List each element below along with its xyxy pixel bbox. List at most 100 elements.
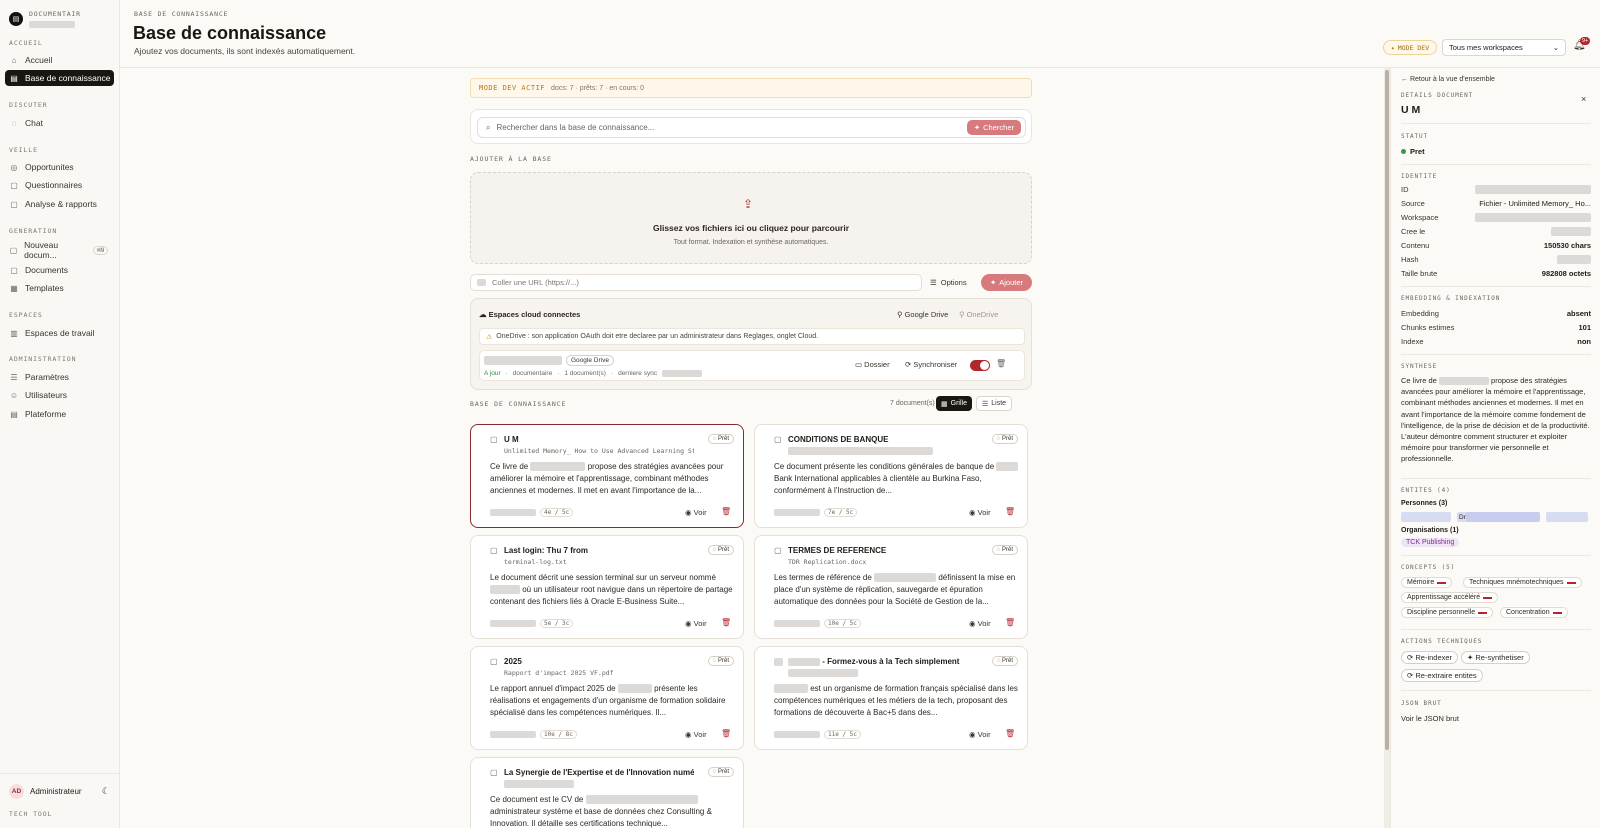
view-button[interactable]: ◉ Voir xyxy=(969,508,991,517)
document-filename: TDR Replication.docx xyxy=(788,558,867,566)
trash-icon[interactable]: 🗑︎ xyxy=(996,359,1006,368)
sidebar-item-plateforme[interactable]: ▤ Plateforme xyxy=(5,406,114,422)
delete-button[interactable]: 🗑︎ xyxy=(1005,618,1015,627)
cloud-connection-row: Google Drive A jour · documentaire · 1 doc… xyxy=(479,350,1025,381)
sidebar-item-parametres[interactable]: ☰ Paramètres xyxy=(5,369,114,385)
concept-label: Discipline personnelle xyxy=(1407,609,1476,616)
chevron-down-icon: ⌄ xyxy=(1552,43,1559,52)
person-chip-redacted[interactable] xyxy=(1401,512,1451,522)
provider-tag: Google Drive xyxy=(566,355,614,366)
delete-button[interactable]: 🗑︎ xyxy=(1005,729,1015,738)
identity-value: Fichier - Unlimited Memory_ Ho... xyxy=(1479,199,1591,208)
moon-icon[interactable]: ☾ xyxy=(102,786,110,797)
sidebar-item-utilisateurs[interactable]: ☺ Utilisateurs xyxy=(5,387,114,403)
google-drive-button[interactable]: ⚲ Google Drive xyxy=(897,310,948,319)
status-label: Prêt xyxy=(717,658,729,664)
view-button[interactable]: ◉ Voir xyxy=(969,619,991,628)
concept-chip[interactable]: Mémoire xyxy=(1401,577,1453,588)
embedding-section-label: EMBEDDING & INDEXATION xyxy=(1401,295,1501,302)
sync-label: Synchroniser xyxy=(913,360,958,369)
entity-chunk-count: 10e / 8c xyxy=(540,730,577,739)
sidebar-item-analyse-rapports[interactable]: ▢ Analyse & rapports xyxy=(5,196,114,212)
status-badge: ◌ Prêt xyxy=(707,434,734,444)
document-card[interactable]: ▢ U M Unlimited Memory_ How to Use Advan… xyxy=(470,424,744,528)
brand[interactable]: ▤ DOCUMENTAIR xyxy=(9,10,81,29)
organisation-chip[interactable]: TCK Publishing xyxy=(1401,538,1460,547)
workspace-select[interactable]: Tous mes workspaces ⌄ xyxy=(1442,39,1566,56)
grid-view-button[interactable]: ▦ Grille xyxy=(936,396,972,411)
divider xyxy=(1401,478,1591,479)
document-card[interactable]: ▢ TERMES DE REFERENCE TDR Replication.do… xyxy=(754,535,1028,639)
sidebar-item-documents[interactable]: ▢ Documents xyxy=(5,262,114,278)
concept-chip[interactable]: Discipline personnelle xyxy=(1401,607,1494,618)
summary-part: Ce document présente les conditions géné… xyxy=(774,462,995,471)
sidebar-item-accueil[interactable]: ⌂ Accueil xyxy=(5,52,114,68)
redacted-text xyxy=(1551,227,1591,236)
list-view-button[interactable]: ☰ Liste xyxy=(976,396,1013,411)
search-input[interactable]: ⌕ Rechercher dans la base de connaissanc… xyxy=(477,117,1026,138)
view-json-link[interactable]: Voir le JSON brut xyxy=(1401,714,1459,723)
summary-part: Le rapport annuel d'impact 2025 de xyxy=(490,684,616,693)
concept-chip[interactable]: Apprentissage accéléré xyxy=(1401,592,1499,603)
embedding-value: non xyxy=(1577,337,1591,346)
options-button[interactable]: ☰ Options xyxy=(930,275,967,290)
redacted-text xyxy=(490,509,536,516)
sync-toggle[interactable] xyxy=(970,360,990,371)
close-icon[interactable]: × xyxy=(1581,94,1586,104)
embedding-key: Indexe xyxy=(1401,337,1424,346)
reextract-entities-button[interactable]: ⟳ Re-extraire entites xyxy=(1401,669,1483,682)
redacted-text xyxy=(774,620,820,627)
search-icon: ⌕ xyxy=(486,122,491,132)
redacted-text xyxy=(490,620,536,627)
add-url-button[interactable]: ✦ Ajouter xyxy=(981,274,1032,291)
dev-mode-badge[interactable]: ✦ MODE DEV xyxy=(1383,40,1437,55)
url-placeholder: Coller une URL (https://...) xyxy=(492,278,579,287)
grid-icon: ▦ xyxy=(941,400,948,408)
notifications-button[interactable]: 🔔︎ 9+ xyxy=(1573,37,1591,56)
sync-button[interactable]: ⟳ Synchroniser xyxy=(905,360,957,369)
sidebar-item-label: Plateforme xyxy=(25,409,67,419)
url-input[interactable]: Coller une URL (https://...) xyxy=(470,274,922,291)
summary-part: Bank International applicables à clientè… xyxy=(774,474,982,495)
back-to-overview-link[interactable]: ← Retour à la vue d'ensemble xyxy=(1401,76,1495,83)
resynthesize-button[interactable]: ✦ Re-synthetiser xyxy=(1461,651,1530,664)
delete-button[interactable]: 🗑︎ xyxy=(1005,507,1015,516)
sidebar-item-nouveau-document[interactable]: ▢ Nouveau docum... ⌘N xyxy=(5,240,114,260)
document-card[interactable]: - Formez-vous à la Tech simplement ◌ Prê… xyxy=(754,646,1028,750)
delete-button[interactable]: 🗑︎ xyxy=(721,618,731,627)
person-chip[interactable]: Dr xyxy=(1457,512,1540,522)
document-title: TERMES DE REFERENCE xyxy=(788,546,887,555)
onedrive-button[interactable]: ⚲ OneDrive xyxy=(959,310,998,319)
summary-part: Les termes de référence de xyxy=(774,573,872,582)
search-button[interactable]: ✦ Chercher xyxy=(966,120,1021,135)
sidebar-item-base-de-connaissance[interactable]: ▤ Base de connaissance xyxy=(5,70,114,86)
warning-icon: ⚠ xyxy=(486,333,493,341)
document-card[interactable]: ▢ 2025 Rapport d'impact 2025 VF.pdf ◌ Pr… xyxy=(470,646,744,750)
scrollbar-thumb[interactable] xyxy=(1385,70,1389,750)
reindex-button[interactable]: ⟳ Re-indexer xyxy=(1401,651,1459,664)
user-name: Administrateur xyxy=(30,787,82,796)
summary-part: Ce document est le CV de xyxy=(490,795,584,804)
document-card[interactable]: ▢ Last login: Thu 7 from terminal-log.tx… xyxy=(470,535,744,639)
sidebar-item-opportunites[interactable]: ◎ Opportunites xyxy=(5,159,114,175)
delete-button[interactable]: 🗑︎ xyxy=(721,507,731,516)
view-button[interactable]: ◉ Voir xyxy=(685,508,707,517)
page-subtitle: Ajoutez vos documents, ils sont indexés … xyxy=(134,46,356,56)
delete-button[interactable]: 🗑︎ xyxy=(721,729,731,738)
view-button[interactable]: ◉ Voir xyxy=(969,730,991,739)
person-chip-redacted[interactable] xyxy=(1545,512,1588,522)
file-dropzone[interactable]: ⇪ Glissez vos fichiers ici ou cliquez po… xyxy=(470,172,1032,264)
concept-chip[interactable]: Techniques mnémotechniques xyxy=(1463,577,1582,588)
concept-chip[interactable]: Concentration xyxy=(1500,607,1568,618)
user-menu[interactable]: AD Administrateur ☾ xyxy=(9,784,110,799)
document-card[interactable]: ▢ CONDITIONS DE BANQUE ◌ Prêt Ce documen… xyxy=(754,424,1028,528)
document-card[interactable]: ▢ La Synergie de l'Expertise et de l'Inn… xyxy=(470,757,744,828)
sidebar-item-templates[interactable]: ▦ Templates xyxy=(5,280,114,296)
entity-chunk-count: 11e / 5c xyxy=(824,730,861,739)
sidebar-item-espaces-de-travail[interactable]: ▥ Espaces de travail xyxy=(5,325,114,341)
folder-button[interactable]: ▭ Dossier xyxy=(855,360,890,369)
sidebar-item-questionnaires[interactable]: ▢ Questionnaires xyxy=(5,177,114,193)
sidebar-item-chat[interactable]: ◌ Chat xyxy=(5,115,114,131)
view-button[interactable]: ◉ Voir xyxy=(685,619,707,628)
view-button[interactable]: ◉ Voir xyxy=(685,730,707,739)
